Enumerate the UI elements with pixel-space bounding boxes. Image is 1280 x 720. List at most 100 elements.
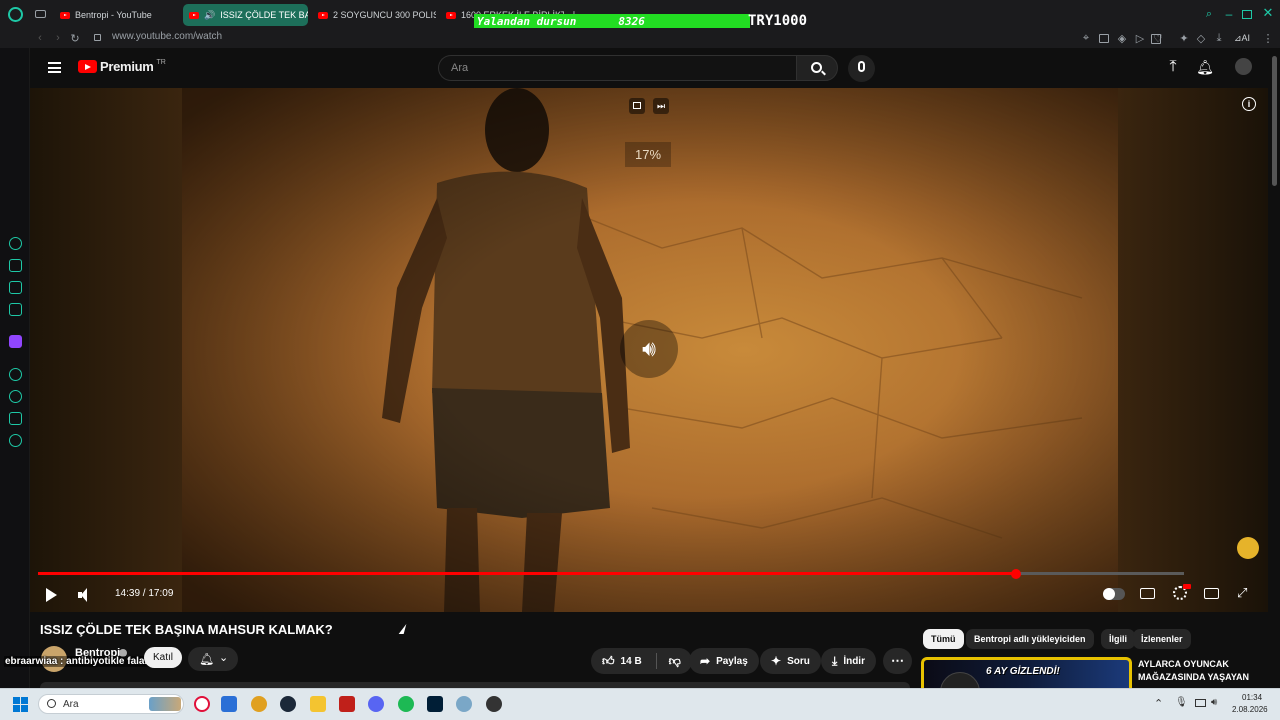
youtube-favicon-icon [446,11,456,19]
obs-icon[interactable] [486,696,502,712]
clock-time[interactable]: 01:34 [1242,693,1262,702]
gallery-icon[interactable] [9,281,22,294]
opera-logo-icon[interactable] [8,7,23,22]
tray-chevron-icon[interactable]: ⌃ [1154,697,1163,710]
info-icon[interactable]: i [1242,97,1256,111]
forward-icon[interactable]: › [52,31,64,45]
lock-icon [94,34,101,41]
thumbs-down-icon[interactable]: 👎︎ [669,654,681,669]
related-video-title[interactable]: AYLARCA OYUNCAK MAĞAZASINDA YAŞAYAN [1138,658,1256,684]
reload-icon[interactable]: ↻ [69,31,81,45]
wallet-icon[interactable]: ◇ [1195,31,1207,45]
youtube-favicon-icon [318,11,328,19]
scrollbar[interactable] [1272,56,1277,186]
skip-next-icon: ⏭ [656,100,666,111]
play-video-icon[interactable]: ▷ [1134,31,1146,45]
network-app-icon[interactable] [456,696,472,712]
spotify-icon[interactable] [398,696,414,712]
video-player[interactable]: ⏭ 17% 🔊︎ i [30,88,1268,612]
search-input[interactable]: Ara [438,55,796,81]
file-explorer-icon[interactable] [310,696,326,712]
youtube-logo[interactable]: Premium TR [78,59,166,74]
tab-label: Bentropi - YouTube [75,10,152,20]
bell-icon: 🔔︎ [199,652,215,666]
messenger-icon[interactable] [9,303,22,316]
autoplay-toggle[interactable] [1103,588,1125,600]
tab-soyguncu[interactable]: 2 SOYGUNCU 300 POLISL [312,4,436,26]
bot-icon[interactable] [9,259,22,272]
aria-icon[interactable] [9,237,22,250]
ask-button[interactable]: ✦ Soru [760,648,821,674]
tray-volume-icon[interactable]: 🔊︎ [1211,697,1217,708]
sparkle-icon: ✦ [771,654,782,668]
close-icon[interactable]: ✕ [1262,5,1274,20]
photoshop-icon[interactable] [427,696,443,712]
clock-date[interactable]: 2.08.2026 [1232,705,1268,714]
twitch-icon[interactable] [9,335,22,348]
heart-icon[interactable]: ♡ [1152,31,1164,45]
notifications-bell-icon[interactable]: 🔔︎ [1196,58,1214,76]
join-button[interactable]: Katıl [144,647,183,668]
menu-icon[interactable]: ⋮ [1262,31,1274,45]
next-frame-button[interactable]: ⏭ [653,98,669,114]
chrome-ext-icon[interactable] [251,696,267,712]
tab-bentropi[interactable]: Bentropi - YouTube [54,4,180,26]
upload-icon[interactable]: ⤒ [1165,58,1181,76]
theater-mode-icon[interactable] [1204,588,1219,599]
progress-bar[interactable] [38,568,1184,579]
miniplayer-button[interactable] [629,98,645,114]
acrobat-icon[interactable] [339,696,355,712]
start-button[interactable] [13,697,28,712]
volume-button[interactable] [78,588,90,602]
tray-display-icon[interactable] [1195,699,1206,707]
subtitles-icon[interactable] [1140,588,1155,599]
tab-overview-icon[interactable] [35,10,46,18]
back-icon[interactable]: ‹ [34,31,46,45]
microsoft-store-icon[interactable] [221,696,237,712]
voice-search-button[interactable] [848,55,875,82]
search-tabs-icon[interactable]: ⌕ [1203,8,1215,20]
download-icon[interactable]: ⤓ [1213,31,1225,45]
url-field[interactable]: www.youtube.com/watch [112,31,222,42]
donation-overlay-bar: Yalandan dursun 8326 [474,14,750,28]
vpn-shield-icon[interactable]: ◈ [1116,32,1128,45]
taskbar-search[interactable]: Ara [38,694,184,714]
play-button[interactable] [46,588,57,602]
miniplayer-icon [633,102,641,109]
chip-related[interactable]: İlgili [1101,629,1135,649]
settings-sidebar-icon[interactable] [9,434,22,447]
video-right-blur [1118,88,1268,612]
hamburger-menu-icon[interactable] [48,62,61,73]
tray-mic-icon[interactable]: 🎙︎ [1175,697,1188,708]
like-button[interactable]: 👍︎ 14 B 👎︎ [591,648,692,674]
search-button[interactable] [796,55,838,81]
snapshot-icon[interactable] [1099,34,1109,43]
more-actions-button[interactable]: ⋯ [883,648,912,674]
history-icon[interactable] [9,390,22,403]
youtube-favicon-icon [60,11,70,19]
player-icon[interactable] [9,368,22,381]
extensions-sidebar-icon[interactable] [9,412,22,425]
minimize-icon[interactable]: – [1222,7,1236,21]
download-button[interactable]: ⤓ İndir [821,648,876,674]
ai-icon[interactable]: ⊿AI [1232,31,1252,45]
chip-all[interactable]: Tümü [923,629,964,649]
share-button[interactable]: ➦ Paylaş [689,648,759,674]
tab-label: ISSIZ ÇÖLDE TEK BAŞI [220,10,308,20]
progress-scrubber[interactable] [1011,568,1022,579]
subscribe-bell-button[interactable]: 🔔︎ ⌄ [188,647,238,671]
opera-taskbar-icon[interactable] [194,696,210,712]
chip-from-uploader[interactable]: Bentropi adlı yükleyiciden [966,629,1094,649]
hd-badge [1183,584,1191,589]
chip-watched[interactable]: İzlenenler [1133,629,1191,649]
extensions-icon[interactable]: ✦ [1178,31,1190,45]
avatar[interactable] [1235,58,1252,75]
tab-current-video[interactable]: 🔊 ISSIZ ÇÖLDE TEK BAŞI [183,4,308,26]
youtube-logo-icon [78,60,97,73]
pin-icon[interactable]: ⌖ [1080,31,1092,45]
steam-icon[interactable] [280,696,296,712]
search-icon [47,699,56,708]
fullscreen-icon[interactable]: ⤢ [1237,586,1250,599]
restore-icon[interactable] [1242,10,1252,19]
discord-icon[interactable] [368,696,384,712]
